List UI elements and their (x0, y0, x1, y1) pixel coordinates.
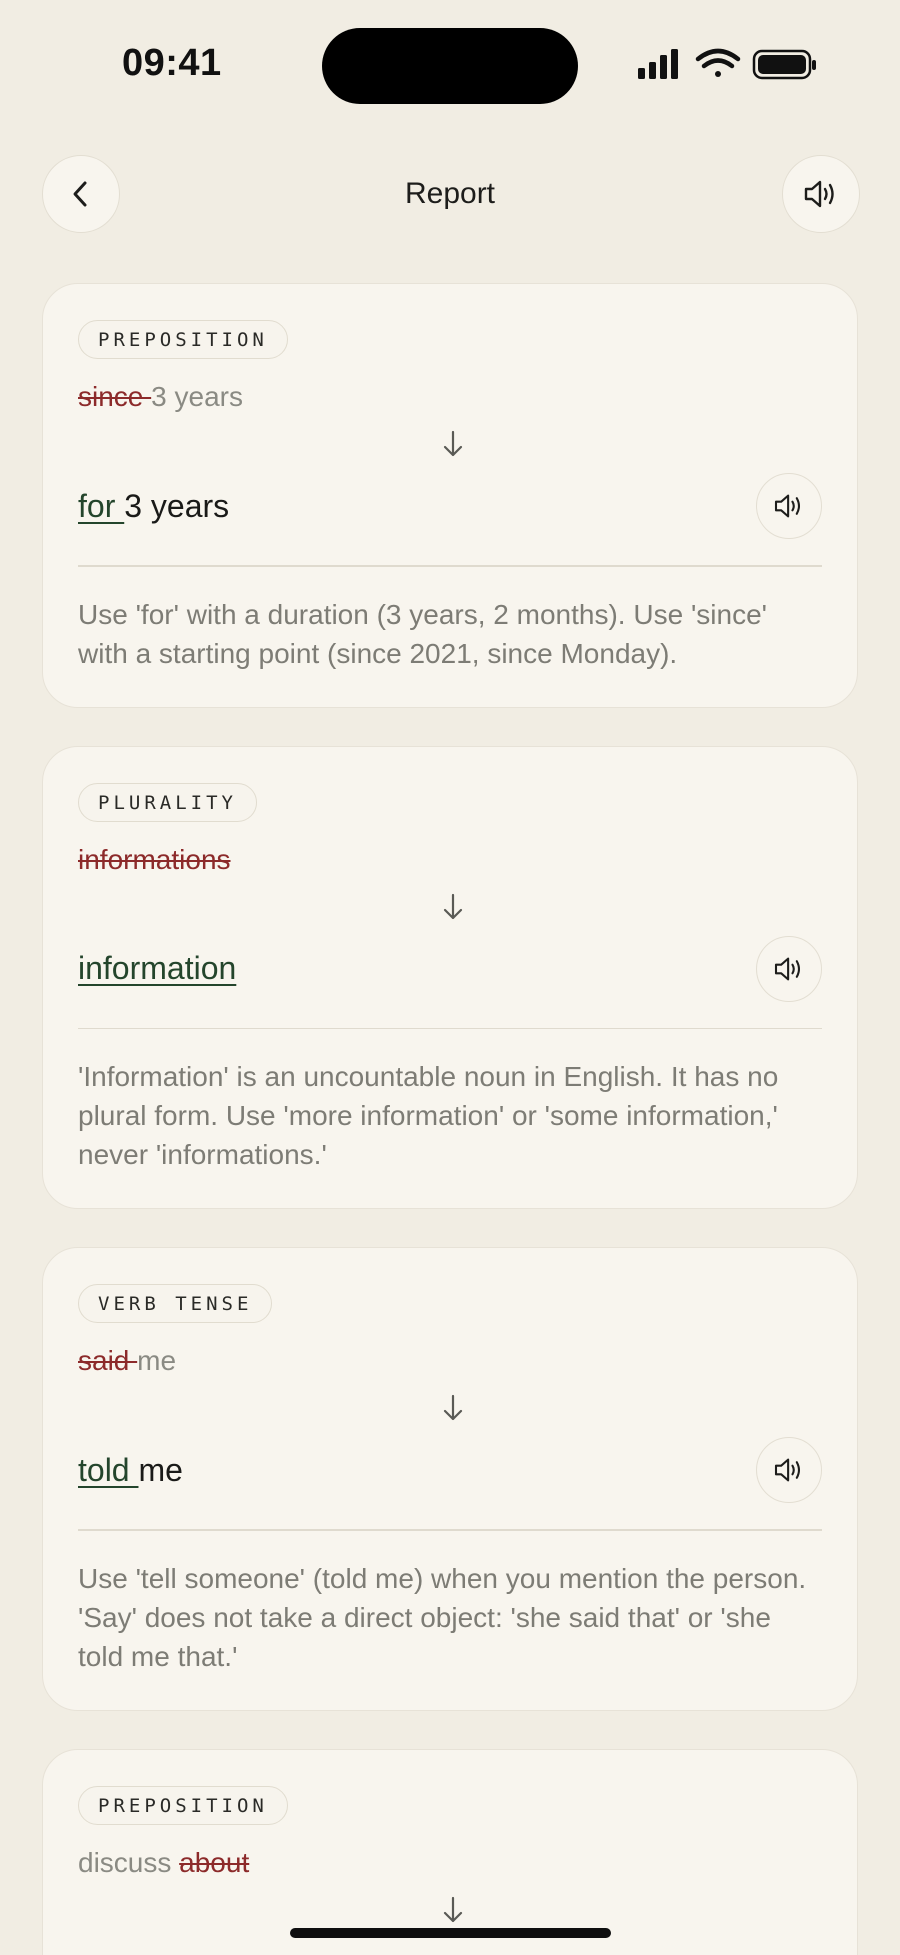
correction-card: PLURALITY informations information 'Info… (42, 745, 858, 1209)
arrow-down-icon (443, 1896, 463, 1922)
page-title: Report (404, 177, 496, 210)
original-phrase: said me (78, 1345, 822, 1385)
original-prefix: discuss (78, 1846, 180, 1878)
category-tag: VERB TENSE (78, 1284, 273, 1323)
corrections-list: PREPOSITION since 3 years for 3 years Us… (42, 283, 858, 1955)
original-rest: 3 years (151, 381, 243, 412)
fixed-word: information (78, 950, 237, 986)
divider (78, 1027, 822, 1029)
divider (78, 565, 822, 567)
dynamic-island (322, 28, 578, 104)
arrow-down-icon (443, 893, 463, 919)
status-bar: 09:41 (0, 0, 900, 130)
wrong-word: about (179, 1846, 250, 1878)
play-correction-button[interactable] (756, 1437, 822, 1503)
fixed-word: for (78, 487, 125, 524)
cellular-signal-icon (638, 49, 678, 79)
category-tag: PREPOSITION (78, 320, 288, 359)
wrong-word: since (78, 381, 152, 412)
speaker-icon (774, 957, 801, 980)
correction-card: PREPOSITION discuss about (42, 1748, 858, 1955)
corrected-row: told me (78, 1437, 822, 1503)
wrong-word: said (78, 1345, 138, 1376)
fixed-rest: me (138, 1451, 183, 1488)
wrong-word: informations (78, 843, 231, 875)
original-phrase: discuss about (78, 1847, 822, 1887)
speaker-icon (774, 494, 801, 518)
arrow-down-icon (443, 1394, 463, 1421)
fixed-word: told (78, 1451, 139, 1488)
speaker-icon (804, 180, 834, 208)
correction-card: PREPOSITION since 3 years for 3 years Us… (42, 283, 858, 708)
corrected-phrase: told me (78, 1452, 183, 1489)
status-time: 09:41 (122, 42, 222, 84)
category-tag: PREPOSITION (78, 1785, 288, 1825)
corrected-phrase: information (78, 950, 236, 987)
fixed-rest: 3 years (124, 487, 230, 524)
explanation-text: 'Information' is an uncountable noun in … (78, 1061, 779, 1170)
original-phrase: since 3 years (78, 381, 822, 421)
play-correction-button[interactable] (756, 473, 822, 539)
divider (78, 1529, 822, 1531)
corrected-row: information (78, 935, 822, 1002)
arrow-down-icon (443, 430, 463, 457)
wifi-icon (695, 48, 741, 77)
speaker-icon (774, 1458, 801, 1482)
corrected-phrase: for 3 years (78, 488, 229, 525)
home-indicator[interactable] (290, 1928, 611, 1938)
corrected-row: for 3 years (78, 473, 822, 539)
category-tag: PLURALITY (78, 782, 257, 822)
play-all-audio-button[interactable] (782, 155, 860, 233)
status-icons (636, 46, 818, 84)
explanation-text: Use 'for' with a duration (3 years, 2 mo… (78, 598, 767, 669)
play-correction-button[interactable] (756, 935, 822, 1002)
original-rest: me (137, 1345, 177, 1376)
original-phrase: informations (78, 844, 822, 884)
battery-icon (752, 49, 816, 80)
nav-bar: Report (0, 155, 900, 235)
explanation-text: Use 'tell someone' (told me) when you me… (78, 1562, 807, 1672)
correction-card: VERB TENSE said me told me Use 'tell som… (42, 1247, 858, 1711)
